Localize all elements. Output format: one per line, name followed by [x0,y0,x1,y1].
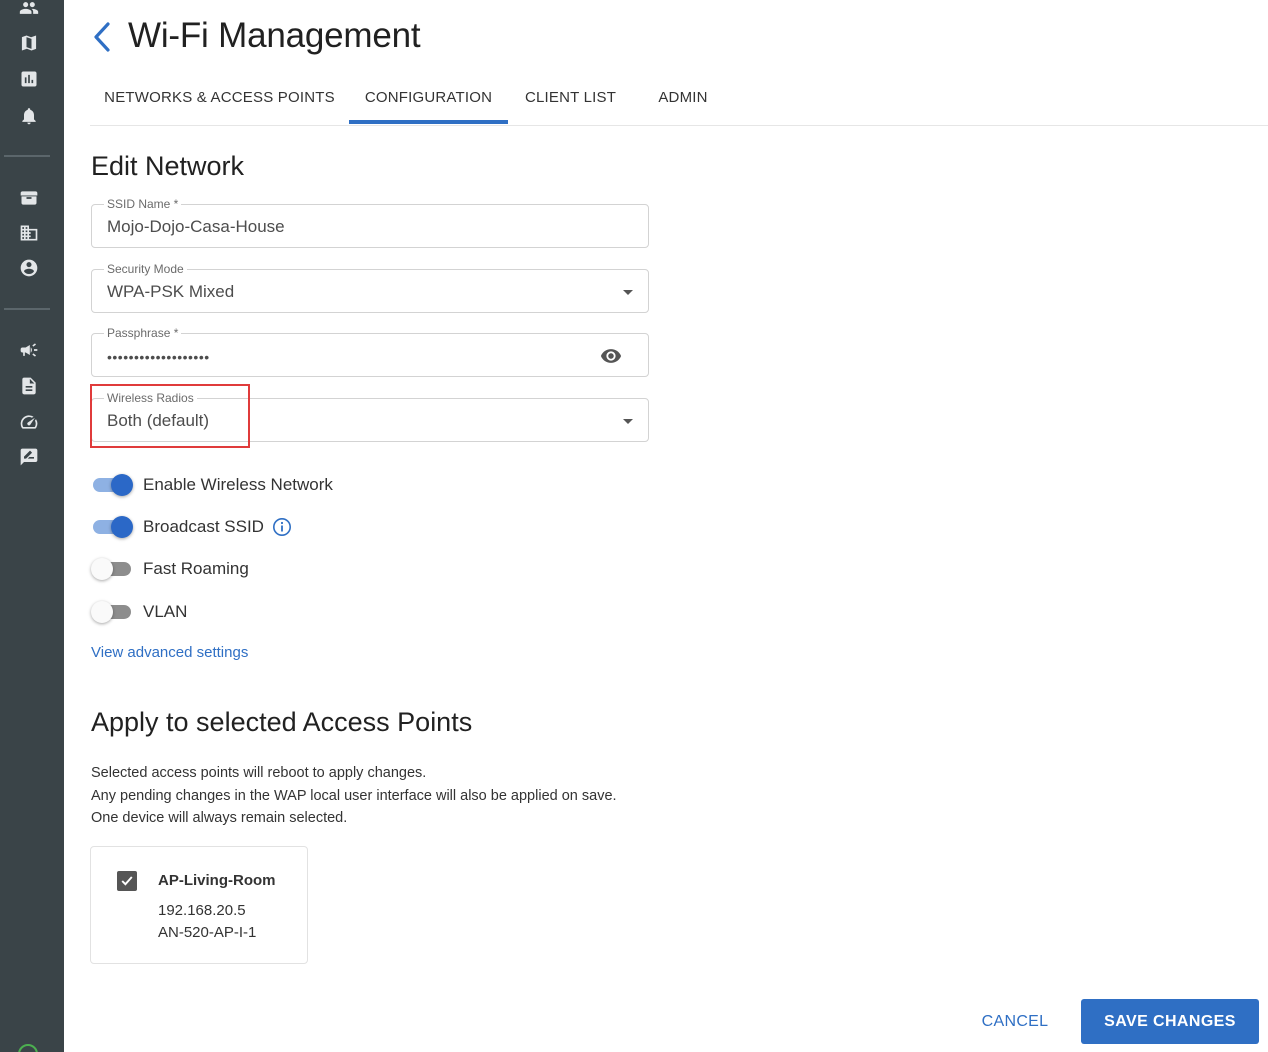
access-point-ip: 192.168.20.5 [158,902,246,919]
access-point-name: AP-Living-Room [158,872,276,889]
map-icon[interactable] [18,32,40,54]
apply-description-line: Selected access points will reboot to ap… [91,765,427,781]
sidebar-divider [4,308,50,310]
info-icon[interactable] [272,517,292,537]
apply-description-line: One device will always remain selected. [91,810,348,826]
edit-network-title: Edit Network [91,151,245,181]
people-icon[interactable] [18,0,40,19]
security-mode-value: WPA-PSK Mixed [107,282,235,301]
cancel-button[interactable]: CANCEL [966,1005,1064,1039]
toggle-row-enable-wireless: Enable Wireless Network [91,470,333,500]
wireless-radios-value: Both (default) [107,411,210,430]
chevron-left-icon[interactable] [88,18,116,56]
ssid-name-value: Mojo-Dojo-Casa-House [107,217,285,236]
passphrase-value: ••••••••••••••••••• [107,349,210,365]
fast-roaming-toggle[interactable] [91,557,135,581]
megaphone-icon[interactable] [18,339,40,361]
active-tab-indicator [349,120,508,124]
sidebar [0,0,64,1052]
checkmark-icon [121,876,133,886]
ssid-name-label: SSID Name * [104,197,182,211]
broadcast-ssid-toggle[interactable] [91,515,135,539]
enable-wireless-toggle[interactable] [91,473,135,497]
enable-wireless-label: Enable Wireless Network [143,475,333,494]
status-indicator [18,1044,38,1052]
chart-icon[interactable] [18,68,40,90]
view-advanced-settings-link[interactable]: View advanced settings [91,644,248,661]
wireless-radios-select[interactable]: Wireless Radios Both (default) [91,391,649,442]
wireless-radios-label: Wireless Radios [104,391,197,405]
tab-networks-access-points[interactable]: NETWORKS & ACCESS POINTS [90,70,349,125]
toggle-row-fast-roaming: Fast Roaming [91,554,249,584]
feedback-icon[interactable] [18,446,40,468]
speed-icon[interactable] [18,411,40,433]
apply-section-title: Apply to selected Access Points [91,707,473,737]
sidebar-divider [4,155,50,157]
apply-description-line: Any pending changes in the WAP local use… [91,787,617,804]
security-mode-label: Security Mode [104,262,187,276]
page-title: Wi-Fi Management [128,16,421,55]
bell-icon[interactable] [18,105,40,127]
eye-icon[interactable] [598,345,624,367]
archive-icon[interactable] [18,187,40,209]
broadcast-ssid-label: Broadcast SSID [143,517,264,536]
caret-down-icon[interactable] [620,413,636,429]
tab-bar: NETWORKS & ACCESS POINTS CONFIGURATION C… [90,70,1268,126]
security-mode-select[interactable]: Security Mode WPA-PSK Mixed [91,262,649,313]
building-icon[interactable] [18,222,40,244]
access-point-checkbox[interactable] [117,871,137,891]
vlan-toggle[interactable] [91,600,135,624]
passphrase-label: Passphrase * [104,326,182,340]
fast-roaming-label: Fast Roaming [143,559,249,578]
account-icon[interactable] [18,257,40,279]
access-point-model: AN-520-AP-I-1 [158,924,257,941]
passphrase-field[interactable]: Passphrase * ••••••••••••••••••• [91,326,649,377]
apply-description: Selected access points will reboot to ap… [91,762,617,830]
access-point-card[interactable]: AP-Living-Room 192.168.20.5 AN-520-AP-I-… [90,846,308,964]
caret-down-icon[interactable] [620,284,636,300]
save-changes-button[interactable]: SAVE CHANGES [1081,999,1259,1044]
toggle-row-broadcast-ssid: Broadcast SSID [91,512,292,542]
tab-client-list[interactable]: CLIENT LIST [508,70,633,125]
vlan-label: VLAN [143,602,188,621]
tab-configuration[interactable]: CONFIGURATION [349,70,508,125]
tab-admin[interactable]: ADMIN [633,70,733,125]
document-icon[interactable] [18,375,40,397]
ssid-name-field[interactable]: SSID Name * Mojo-Dojo-Casa-House [91,197,649,248]
toggle-row-vlan: VLAN [91,597,187,627]
